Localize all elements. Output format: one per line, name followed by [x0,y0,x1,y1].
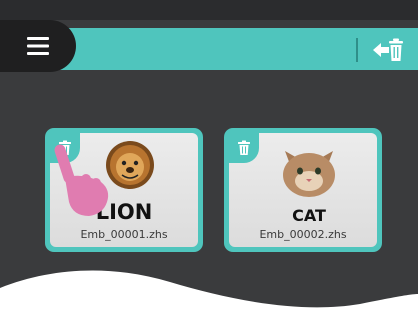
design-label: CAT [292,206,326,223]
file-card-cat[interactable]: CAT Emb_00002.zhs [224,128,382,252]
trash-icon [59,140,71,155]
delete-button[interactable] [229,133,259,163]
header-divider [356,38,358,62]
file-card-lion[interactable]: LION Emb_00001.zhs [45,128,203,252]
bottom-wave [0,270,418,314]
design-label: LION [96,200,153,223]
trash-icon [238,140,250,155]
top-bezel [0,0,418,20]
file-name: Emb_00002.zhs [259,228,347,241]
delete-button[interactable] [50,133,80,163]
exit-button[interactable] [370,34,406,66]
file-name: Emb_00001.zhs [80,228,168,241]
hamburger-menu-icon [27,37,49,55]
header-bar [40,28,418,70]
screen: LION Emb_00001.zhs CAT Emb_00002.zhs [0,0,418,314]
menu-button[interactable] [0,20,76,72]
exit-arrow-trash-icon [373,38,403,61]
